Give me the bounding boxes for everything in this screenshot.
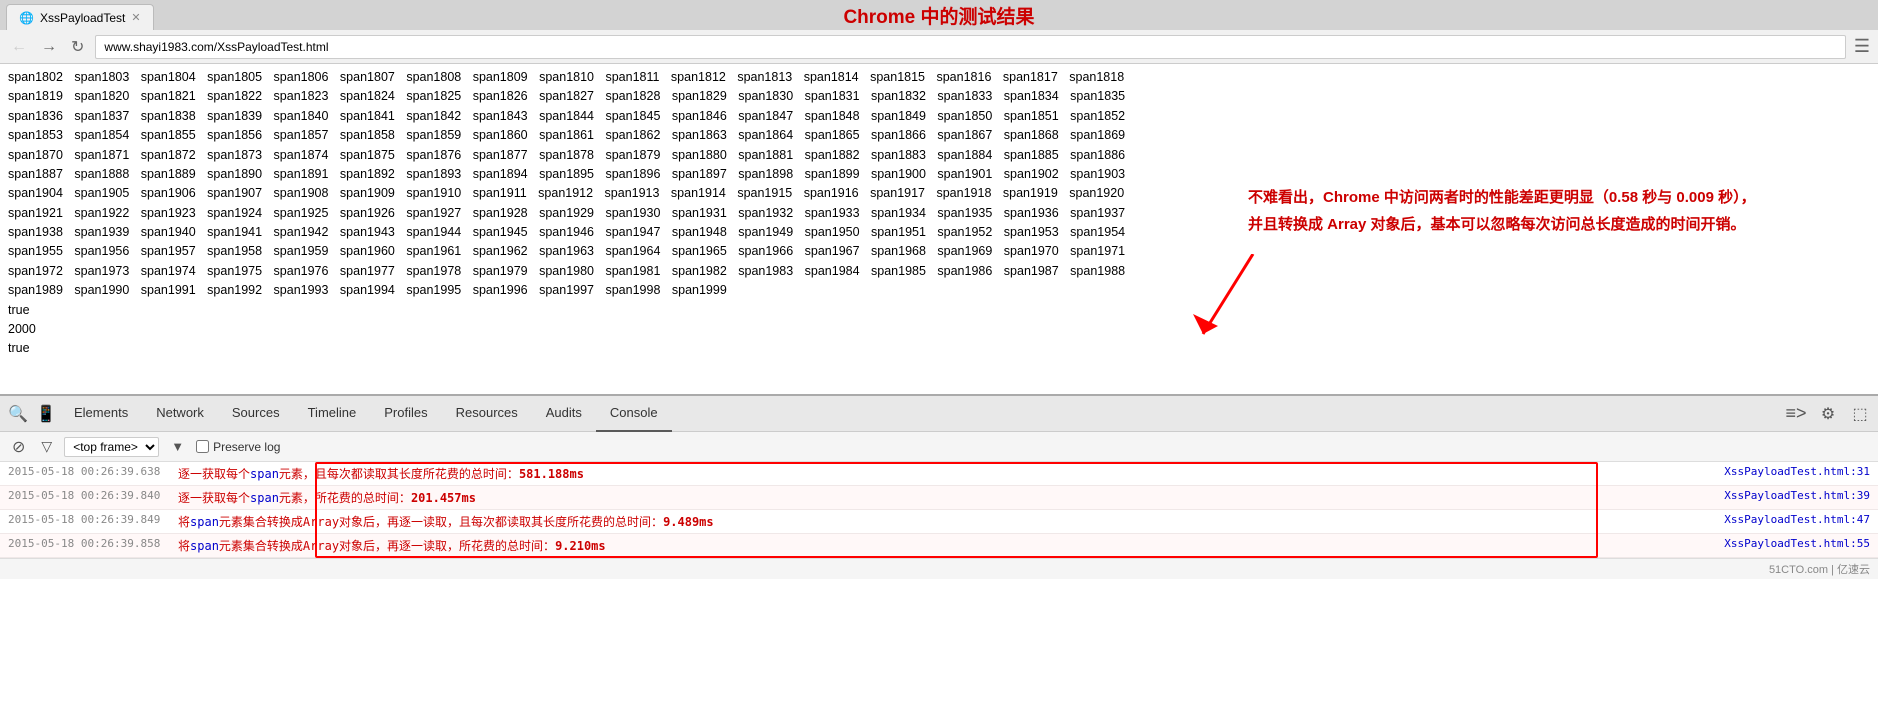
msg-before-1: 逐一获取每个 — [178, 491, 250, 505]
msg-after-2: 元素集合转换成Array对象后，再逐一读取，且每次都读取其长度所花费的总时间：9… — [219, 515, 714, 529]
console-entries-wrapper: 2015-05-18 00:26:39.638 逐一获取每个span元素，且每次… — [0, 462, 1878, 558]
tab-favicon: 🌐 — [19, 11, 34, 25]
span-line-6: span1904 span1905 span1906 span1907 span… — [8, 184, 1870, 203]
preserve-log-label: Preserve log — [196, 440, 280, 454]
console-entry-0: 2015-05-18 00:26:39.638 逐一获取每个span元素，且每次… — [0, 462, 1878, 486]
msg-before-2: 将 — [178, 515, 190, 529]
tab-bar: 🌐 XssPayloadTest ✕ Chrome 中的测试结果 — [0, 0, 1878, 30]
console-entry-msg-1: 逐一获取每个span元素，所花费的总时间：201.457ms — [178, 489, 1670, 506]
tab-profiles[interactable]: Profiles — [370, 396, 441, 432]
msg-before-3: 将 — [178, 539, 190, 553]
watermark-text: 51CTO.com | 亿速云 — [1769, 561, 1870, 577]
page-num-2000: 2000 — [8, 320, 1870, 339]
page-true-1: true — [8, 301, 1870, 320]
span-line-4: span1870 span1871 span1872 span1873 span… — [8, 146, 1870, 165]
msg-span-2: span — [190, 515, 219, 529]
msg-after-3: 元素集合转换成Array对象后，再逐一读取，所花费的总时间：9.210ms — [219, 539, 606, 553]
back-button[interactable]: ← — [8, 38, 30, 56]
tab-network[interactable]: Network — [142, 396, 218, 432]
tab-elements[interactable]: Elements — [60, 396, 142, 432]
console-entry-file-1[interactable]: XssPayloadTest.html:39 — [1670, 489, 1870, 502]
console-body: 2015-05-18 00:26:39.638 逐一获取每个span元素，且每次… — [0, 462, 1878, 558]
console-entry-time-0: 2015-05-18 00:26:39.638 — [8, 465, 178, 478]
span-line-5: span1887 span1888 span1889 span1890 span… — [8, 165, 1870, 184]
preserve-log-text: Preserve log — [213, 440, 280, 454]
msg-span-0: span — [250, 467, 279, 481]
span-line-10: span1972 span1973 span1974 span1975 span… — [8, 262, 1870, 281]
msg-after-1: 元素，所花费的总时间：201.457ms — [279, 491, 476, 505]
execute-icon-button[interactable]: ≡> — [1782, 400, 1810, 428]
span-line-9: span1955 span1956 span1957 span1958 span… — [8, 242, 1870, 261]
address-input[interactable] — [95, 35, 1845, 59]
msg-before-0: 逐一获取每个 — [178, 467, 250, 481]
span-line-2: span1836 span1837 span1838 span1839 span… — [8, 107, 1870, 126]
tab-sources[interactable]: Sources — [218, 396, 294, 432]
console-entry-msg-3: 将span元素集合转换成Array对象后，再逐一读取，所花费的总时间：9.210… — [178, 537, 1670, 554]
forward-button[interactable]: → — [38, 38, 60, 56]
devtools-right-buttons: ≡> ⚙ ⬚ — [1782, 400, 1874, 428]
console-entry-file-3[interactable]: XssPayloadTest.html:55 — [1670, 537, 1870, 550]
span-line-8: span1938 span1939 span1940 span1941 span… — [8, 223, 1870, 242]
span-line-3: span1853 span1854 span1855 span1856 span… — [8, 126, 1870, 145]
console-entry-file-0[interactable]: XssPayloadTest.html:31 — [1670, 465, 1870, 478]
devtools-toolbar: 🔍 📱 Elements Network Sources Timeline Pr… — [0, 396, 1878, 432]
inspect-element-button[interactable]: 🔍 — [4, 400, 32, 428]
console-entry-time-1: 2015-05-18 00:26:39.840 — [8, 489, 178, 502]
console-filter-btn[interactable]: ▽ — [37, 436, 56, 457]
console-entry-2: 2015-05-18 00:26:39.849 将span元素集合转换成Arra… — [0, 510, 1878, 534]
console-entry-time-2: 2015-05-18 00:26:39.849 — [8, 513, 178, 526]
msg-span-1: span — [250, 491, 279, 505]
tab-close-btn[interactable]: ✕ — [131, 11, 140, 24]
tab-label: XssPayloadTest — [40, 11, 125, 25]
console-frame-select[interactable]: <top frame> — [64, 437, 159, 457]
tab-timeline[interactable]: Timeline — [294, 396, 371, 432]
console-entry-1: 2015-05-18 00:26:39.840 逐一获取每个span元素，所花费… — [0, 486, 1878, 510]
console-dropdown-btn[interactable]: ▼ — [167, 437, 188, 456]
span-line-11: span1989 span1990 span1991 span1992 span… — [8, 281, 1870, 300]
span-line-7: span1921 span1922 span1923 span1924 span… — [8, 204, 1870, 223]
console-entry-time-3: 2015-05-18 00:26:39.858 — [8, 537, 178, 550]
span-line-1: span1819 span1820 span1821 span1822 span… — [8, 87, 1870, 106]
msg-span-3: span — [190, 539, 219, 553]
page-true-2: true — [8, 339, 1870, 358]
browser-tab[interactable]: 🌐 XssPayloadTest ✕ — [6, 4, 154, 30]
browser-menu-button[interactable]: ☰ — [1854, 36, 1870, 57]
settings-icon-button[interactable]: ⚙ — [1814, 400, 1842, 428]
devtools-panel: 🔍 📱 Elements Network Sources Timeline Pr… — [0, 394, 1878, 579]
console-entry-file-2[interactable]: XssPayloadTest.html:47 — [1670, 513, 1870, 526]
page-title: Chrome 中的测试结果 — [843, 7, 1034, 28]
console-stop-btn[interactable]: ⊘ — [8, 435, 29, 459]
dock-icon-button[interactable]: ⬚ — [1846, 400, 1874, 428]
tab-audits[interactable]: Audits — [532, 396, 596, 432]
tab-console[interactable]: Console — [596, 396, 672, 432]
page-content: span1802 span1803 span1804 span1805 span… — [0, 64, 1878, 394]
console-toolbar: ⊘ ▽ <top frame> ▼ Preserve log — [0, 432, 1878, 462]
mobile-device-button[interactable]: 📱 — [32, 400, 60, 428]
tab-resources[interactable]: Resources — [442, 396, 532, 432]
refresh-button[interactable]: ↻ — [68, 37, 87, 57]
preserve-log-checkbox[interactable] — [196, 440, 209, 453]
console-entry-msg-2: 将span元素集合转换成Array对象后，再逐一读取，且每次都读取其长度所花费的… — [178, 513, 1670, 530]
browser-frame: 🌐 XssPayloadTest ✕ Chrome 中的测试结果 ← → ↻ ☰… — [0, 0, 1878, 579]
console-entry-msg-0: 逐一获取每个span元素，且每次都读取其长度所花费的总时间：581.188ms — [178, 465, 1670, 482]
span-line-0: span1802 span1803 span1804 span1805 span… — [8, 68, 1870, 87]
msg-after-0: 元素，且每次都读取其长度所花费的总时间：581.188ms — [279, 467, 584, 481]
address-bar: ← → ↻ ☰ — [0, 30, 1878, 64]
console-entry-3: 2015-05-18 00:26:39.858 将span元素集合转换成Arra… — [0, 534, 1878, 558]
